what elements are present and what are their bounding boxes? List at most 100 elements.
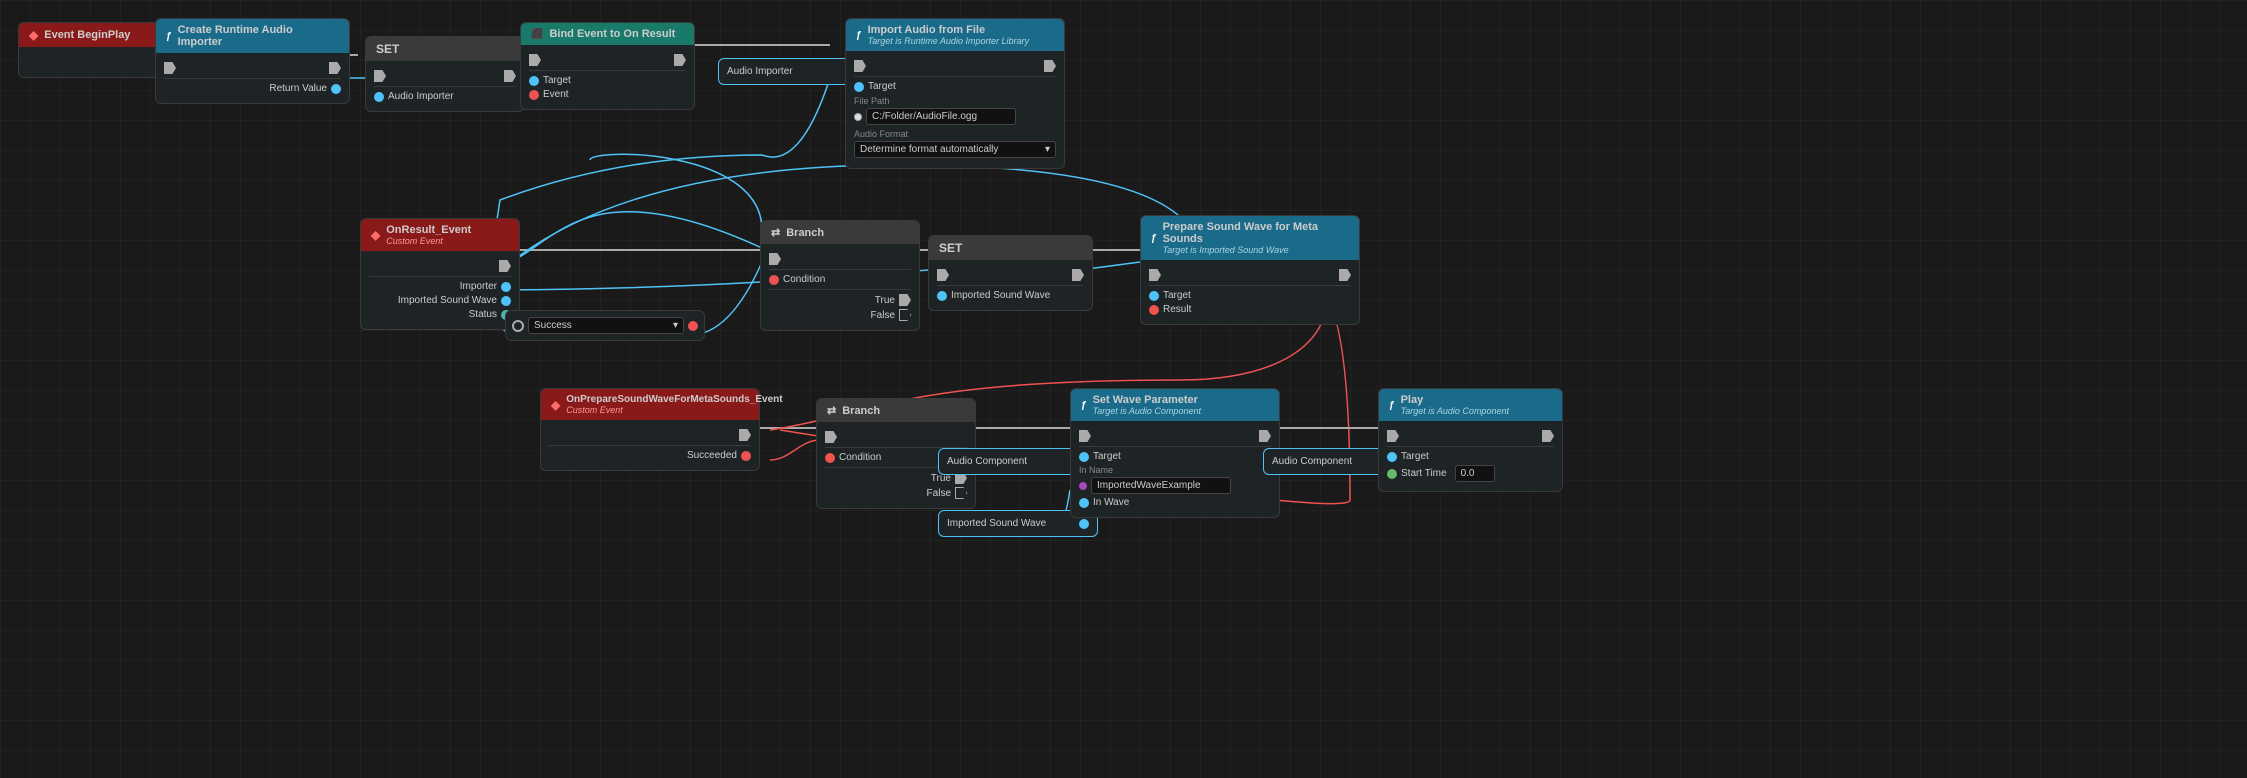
- on-result-title: OnResult_Event: [386, 224, 471, 236]
- set-wave-func-icon: ƒ: [1081, 400, 1087, 411]
- on-result-icon: ◆: [371, 228, 380, 242]
- imported-sw-pin-set2: [937, 291, 947, 301]
- import-func-icon: ƒ: [856, 30, 862, 41]
- play-node: ƒ Play Target is Audio Component Target …: [1378, 388, 1563, 492]
- on-prepare-header: ◆ OnPrepareSoundWaveForMetaSounds_Event …: [541, 389, 759, 420]
- in-wave-pin: [1079, 498, 1089, 508]
- chevron-icon: ▾: [1045, 144, 1050, 155]
- file-path-pin: [854, 113, 862, 121]
- file-path-label: File Path: [854, 96, 1056, 106]
- create-runtime-header: ƒ Create Runtime Audio Importer: [156, 19, 349, 53]
- condition-pin-1: [769, 275, 779, 285]
- imported-sw-pin: [501, 296, 511, 306]
- set-node-2: SET Imported Sound Wave: [928, 235, 1093, 311]
- target-prepare-pin: [1149, 291, 1159, 301]
- audio-format-dropdown[interactable]: Determine format automatically ▾: [854, 141, 1056, 158]
- bind-event-header: ⬛ Bind Event to On Result: [521, 23, 694, 45]
- exec-in-setwaveparam: [1079, 430, 1091, 442]
- audio-importer-pin-in: [374, 92, 384, 102]
- play-header: ƒ Play Target is Audio Component: [1379, 389, 1562, 421]
- exec-in-set1: [374, 70, 386, 82]
- exec-in-import: [854, 60, 866, 72]
- start-time-input[interactable]: [1455, 465, 1495, 482]
- on-prepare-title: OnPrepareSoundWaveForMetaSounds_Event: [566, 394, 782, 405]
- on-result-event-node: ◆ OnResult_Event Custom Event Importer I…: [360, 218, 520, 330]
- success-pin-out: [688, 321, 698, 331]
- import-audio-node: ƒ Import Audio from File Target is Runti…: [845, 18, 1065, 169]
- success-enum-node: Success ▾: [505, 310, 705, 341]
- in-name-input[interactable]: [1091, 477, 1231, 494]
- event-begin-play-node: ◆ Event BeginPlay: [18, 22, 178, 78]
- in-name-pin: [1079, 482, 1087, 490]
- exec-out-play: [1542, 430, 1554, 442]
- exec-out-set1: [504, 70, 516, 82]
- branch-header-2: ⇄ Branch: [817, 399, 975, 422]
- branch-node-1: ⇄ Branch Condition True False: [760, 220, 920, 331]
- set-header-1: SET: [366, 37, 524, 61]
- true-exec-1: [899, 294, 911, 306]
- file-path-input[interactable]: [866, 108, 1016, 125]
- bind-icon: ⬛: [531, 29, 543, 40]
- exec-out-result: [499, 260, 511, 272]
- prepare-func-icon: ƒ: [1151, 233, 1157, 244]
- false-exec-1: [899, 309, 911, 321]
- imported-sw-ref-pin: [1079, 519, 1089, 529]
- play-subtitle: Target is Audio Component: [1401, 406, 1509, 416]
- diamond-icon: ◆: [29, 28, 38, 42]
- exec-out-prepare-event: [739, 429, 751, 441]
- set-wave-param-node: ƒ Set Wave Parameter Target is Audio Com…: [1070, 388, 1280, 518]
- bind-event-title: Bind Event to On Result: [549, 28, 675, 40]
- succeeded-pin: [741, 451, 751, 461]
- play-title: Play: [1401, 394, 1509, 406]
- on-prepare-subtitle: Custom Event: [566, 405, 782, 415]
- exec-out-bind: [674, 54, 686, 66]
- event-begin-play-header: ◆ Event BeginPlay: [19, 23, 177, 47]
- branch-title-1: Branch: [786, 227, 824, 239]
- create-runtime-title: Create Runtime Audio Importer: [178, 24, 339, 48]
- import-audio-title: Import Audio from File: [868, 24, 1029, 36]
- on-prepare-event-node: ◆ OnPrepareSoundWaveForMetaSounds_Event …: [540, 388, 760, 471]
- event-begin-play-title: Event BeginPlay: [44, 29, 130, 41]
- audio-format-value: Determine format automatically: [860, 144, 998, 155]
- create-runtime-node: ƒ Create Runtime Audio Importer Return V…: [155, 18, 350, 104]
- imported-sw-ref-label: Imported Sound Wave: [947, 518, 1046, 529]
- start-time-pin: [1387, 469, 1397, 479]
- set-wave-title: Set Wave Parameter: [1093, 394, 1201, 406]
- prepare-sw-subtitle: Target is Imported Sound Wave: [1163, 245, 1349, 255]
- false-exec-2: [955, 487, 967, 499]
- exec-out-setwaveparam: [1259, 430, 1271, 442]
- target-play-pin: [1387, 452, 1397, 462]
- branch-icon-2: ⇄: [827, 404, 836, 417]
- audio-comp-ref-label-2: Audio Component: [1272, 456, 1352, 467]
- set-wave-header: ƒ Set Wave Parameter Target is Audio Com…: [1071, 389, 1279, 421]
- branch-title-2: Branch: [842, 405, 880, 417]
- audio-importer-label: Audio Importer: [388, 91, 454, 102]
- success-dropdown[interactable]: Success ▾: [528, 317, 684, 334]
- on-result-subtitle: Custom Event: [386, 236, 471, 246]
- exec-in-set2: [937, 269, 949, 281]
- return-value-pin: [331, 84, 341, 94]
- exec-in-bind: [529, 54, 541, 66]
- importer-pin: [501, 282, 511, 292]
- prepare-sw-header: ƒ Prepare Sound Wave for Meta Sounds Tar…: [1141, 216, 1359, 260]
- return-value-label: Return Value: [269, 83, 327, 94]
- target-setwaveparam-pin: [1079, 452, 1089, 462]
- on-prepare-icon: ◆: [551, 398, 560, 412]
- exec-in-branch2: [825, 431, 837, 443]
- target-pin-bind: [529, 76, 539, 86]
- exec-out-set2: [1072, 269, 1084, 281]
- prepare-sw-title: Prepare Sound Wave for Meta Sounds: [1163, 221, 1349, 245]
- success-chevron: ▾: [673, 320, 678, 331]
- audio-comp-ref-label-1: Audio Component: [947, 456, 1027, 467]
- set-title-1: SET: [376, 42, 399, 56]
- branch-icon-1: ⇄: [771, 226, 780, 239]
- exec-out-prepare: [1339, 269, 1351, 281]
- target-import-pin: [854, 82, 864, 92]
- exec-in: [164, 62, 176, 74]
- success-enum-pin-in: [512, 320, 524, 332]
- set-node-1: SET Audio Importer: [365, 36, 525, 112]
- branch-header-1: ⇄ Branch: [761, 221, 919, 244]
- exec-out: [329, 62, 341, 74]
- result-prepare-pin: [1149, 305, 1159, 315]
- set-header-2: SET: [929, 236, 1092, 260]
